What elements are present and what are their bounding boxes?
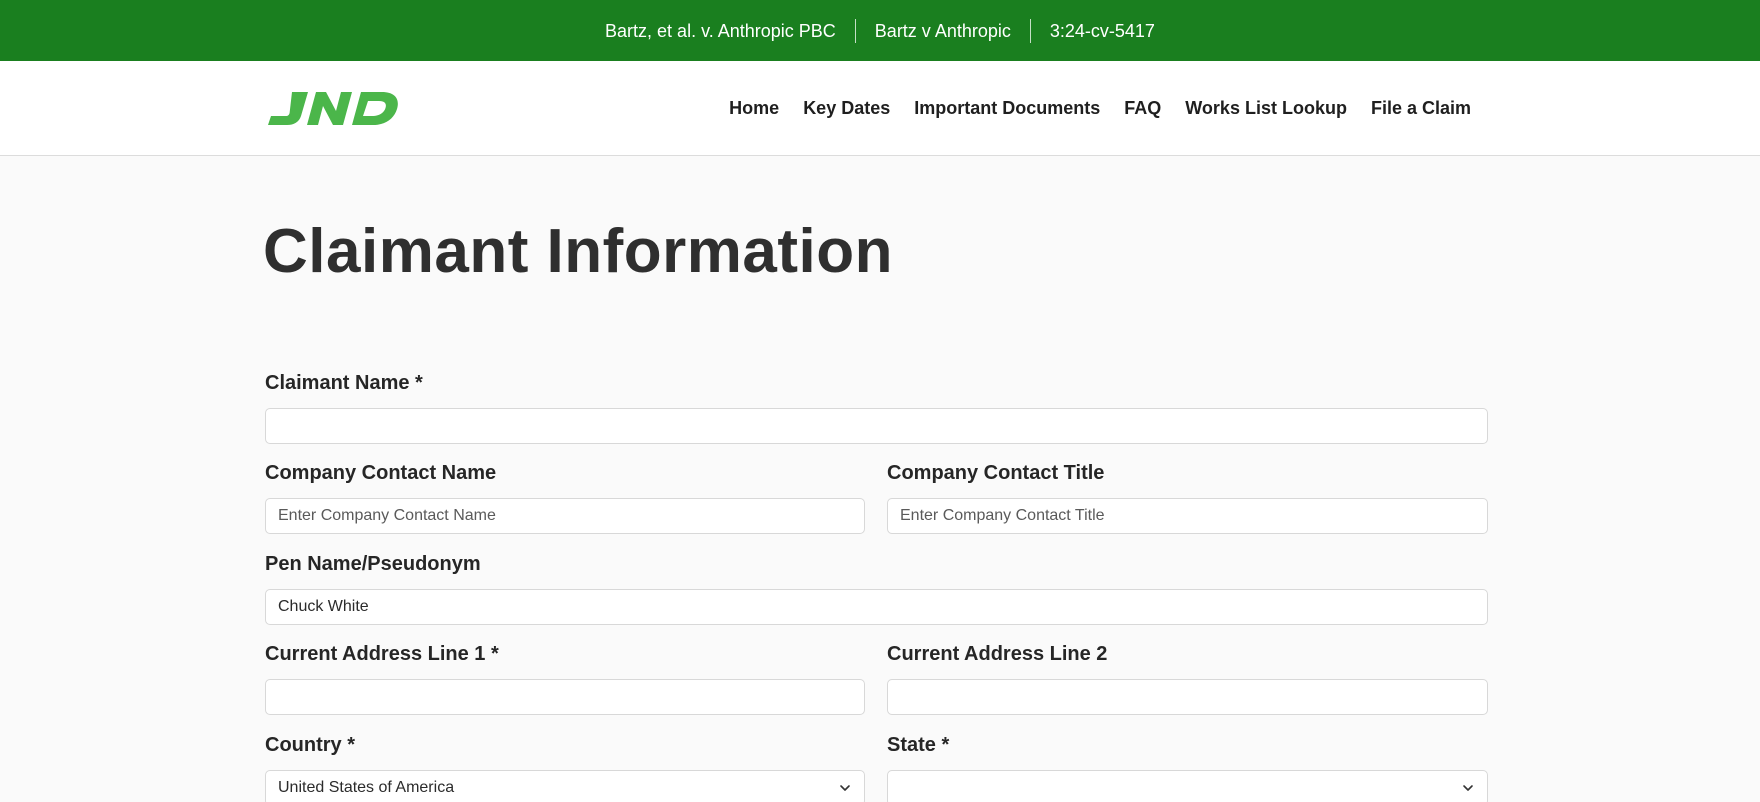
address-line-1-input[interactable] [265,679,865,715]
country-select[interactable]: United States of America [265,770,865,802]
page-title: Claimant Information [263,217,894,286]
nav-key-dates[interactable]: Key Dates [803,98,890,119]
pen-name-group: Pen Name/Pseudonym [265,551,1488,625]
state-group: State * [887,732,1488,802]
nav-works-list-lookup[interactable]: Works List Lookup [1185,98,1347,119]
case-number: 3:24-cv-5417 [1049,20,1155,41]
nav-faq[interactable]: FAQ [1124,98,1161,119]
address-line-1-group: Current Address Line 1 * [265,641,865,715]
country-group: Country * United States of America [265,732,865,802]
address-line-2-input[interactable] [887,679,1488,715]
company-contact-name-label: Company Contact Name [265,462,497,484]
claimant-name-label: Claimant Name * [265,372,423,394]
address-line-2-label: Current Address Line 2 [887,643,1108,665]
claimant-form: Claimant Information Claimant Name * Com… [0,156,1760,802]
country-label: Country * [265,734,355,756]
state-select[interactable] [887,770,1488,802]
nav-important-documents[interactable]: Important Documents [914,98,1100,119]
chevron-down-icon [840,785,850,791]
site-header: Home Key Dates Important Documents FAQ W… [0,61,1760,156]
company-contact-name-group: Company Contact Name [265,460,865,534]
case-banner: Bartz, et al. v. Anthropic PBC Bartz v A… [0,0,1760,61]
address-line-1-label: Current Address Line 1 * [265,643,499,665]
case-name: Bartz, et al. v. Anthropic PBC [605,20,836,41]
company-contact-title-label: Company Contact Title [887,462,1105,484]
nav-home[interactable]: Home [729,98,779,119]
address-line-2-group: Current Address Line 2 [887,641,1488,715]
company-contact-title-group: Company Contact Title [887,460,1488,534]
nav-file-a-claim[interactable]: File a Claim [1371,98,1471,119]
chevron-down-icon [1463,785,1473,791]
country-selected-value: United States of America [278,779,455,796]
case-short-name: Bartz v Anthropic [874,20,1011,41]
jnd-logo[interactable] [264,89,400,127]
pen-name-input[interactable] [265,589,1488,625]
pen-name-label: Pen Name/Pseudonym [265,553,481,575]
company-contact-name-input[interactable] [265,498,865,534]
jnd-logo-icon [268,92,398,125]
state-label: State * [887,734,950,756]
claimant-name-input[interactable] [265,408,1488,444]
main-nav: Home Key Dates Important Documents FAQ W… [729,61,1471,156]
claimant-name-group: Claimant Name * [265,370,1488,444]
company-contact-title-input[interactable] [887,498,1488,534]
